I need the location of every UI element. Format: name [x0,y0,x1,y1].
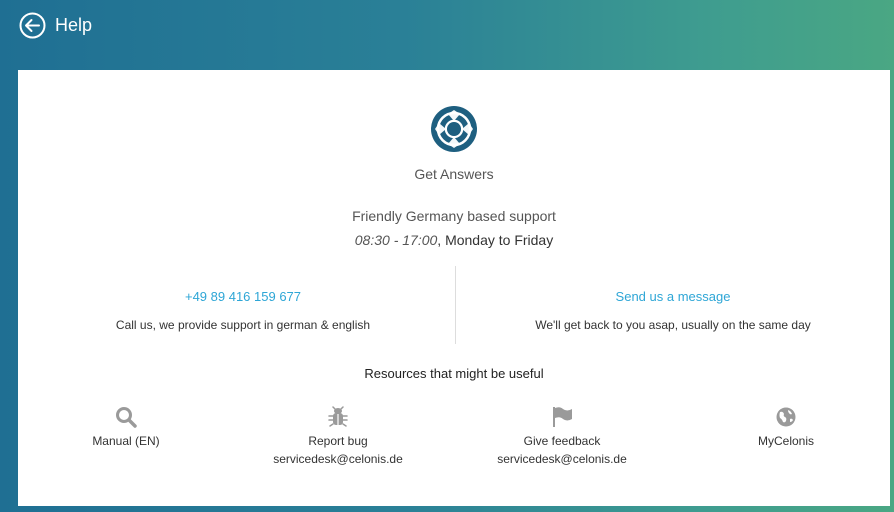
support-hours-time: 08:30 - 17:00 [354,232,438,248]
support-hours-days: Monday to Friday [445,232,554,248]
resource-mycelonis-label: MyCelonis [757,434,814,448]
resource-report-bug[interactable]: Report bug servicedesk@celonis.de [238,406,438,466]
phone-link[interactable]: +49 89 416 159 677 [185,289,301,304]
resource-give-feedback-label: Give feedback [523,434,601,448]
help-screen: Help Get Answers Friendly Germany based … [0,0,894,512]
support-description: Friendly Germany based support [352,208,556,224]
send-message-link[interactable]: Send us a message [616,289,731,304]
resources-heading: Resources that might be useful [364,366,544,381]
support-hours: 08:30 - 17:00, Monday to Friday [18,232,890,248]
resource-report-bug-label: Report bug [308,434,368,448]
contact-divider [455,266,456,344]
resource-mycelonis[interactable]: MyCelonis [686,406,886,448]
globe-icon [776,407,796,427]
resource-manual[interactable]: Manual (EN) [26,406,226,448]
lifebuoy-icon [431,106,477,152]
phone-contact: +49 89 416 159 677 Call us, we provide s… [33,288,453,332]
resource-report-bug-email: servicedesk@celonis.de [273,452,403,466]
get-answers-heading: Get Answers [414,166,494,182]
message-description: We'll get back to you asap, usually on t… [535,318,811,332]
resource-manual-label: Manual (EN) [92,434,160,448]
message-contact: Send us a message We'll get back to you … [463,288,883,332]
circle-arrow-left-icon[interactable] [19,12,46,39]
flag-icon [553,407,572,427]
page-title: Help [55,15,93,35]
support-hours-sep: , [437,232,446,248]
help-card: Get Answers Friendly Germany based suppo… [18,70,890,506]
header-bar: Help [0,0,894,52]
bug-icon [328,406,348,427]
resource-give-feedback[interactable]: Give feedback servicedesk@celonis.de [462,406,662,466]
phone-description: Call us, we provide support in german & … [115,318,371,332]
search-icon [116,407,137,428]
resource-give-feedback-email: servicedesk@celonis.de [497,452,627,466]
